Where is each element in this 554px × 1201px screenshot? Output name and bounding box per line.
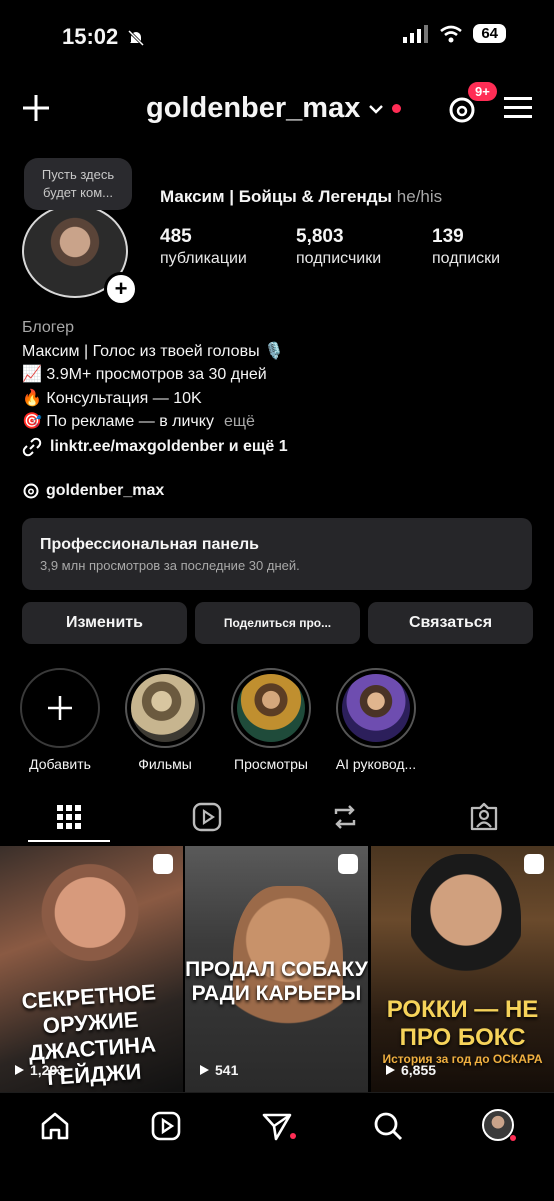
reels-icon xyxy=(192,802,222,832)
stat-value: 139 xyxy=(432,226,464,247)
profile-bio: Блогер Максим | Голос из твоей головы 🎙️… xyxy=(22,316,284,434)
highlight-add[interactable]: Добавить xyxy=(18,668,102,772)
post-tile[interactable]: РОККИ — НЕ ПРО БОКС История за год до ОС… xyxy=(371,846,554,1092)
add-story-plus-icon[interactable]: + xyxy=(104,272,138,306)
stat-label: подписчики xyxy=(296,250,382,267)
bio-line: 🔥 Консультация — 10K xyxy=(22,389,202,407)
bio-line-last: 🎯 По рекламе — в личку ещё xyxy=(22,410,284,434)
post-views: 6,855 xyxy=(383,1062,436,1078)
threads-icon xyxy=(23,483,39,499)
bell-slash-icon xyxy=(126,28,146,48)
username: goldenber_max xyxy=(146,92,361,124)
status-time: 15:02 xyxy=(62,24,119,49)
highlight-views[interactable]: Просмотры xyxy=(229,668,313,772)
home-icon[interactable] xyxy=(38,1109,72,1143)
stat-following[interactable]: 139 подписки xyxy=(432,226,500,268)
post-tile[interactable]: ПРОДАЛ СОБАКУ РАДИ КАРЬЕРЫ 541 xyxy=(185,846,368,1092)
stat-label: публикации xyxy=(160,250,247,267)
search-icon[interactable] xyxy=(371,1109,405,1143)
post-tile[interactable]: СЕКРЕТНОЕ ОРУЖИЕ ДЖАСТИНА ГЕЙДЖИ 1,293 xyxy=(0,846,183,1092)
link-text: linktr.ee/maxgoldenber и ещё 1 xyxy=(50,438,288,455)
chevron-down-icon xyxy=(369,104,384,114)
post-caption: ПРОДАЛ СОБАКУ РАДИ КАРЬЕРЫ xyxy=(185,958,368,1005)
bio-line: 📈 3.9M+ просмотров за 30 дней xyxy=(22,366,267,383)
wifi-icon xyxy=(440,25,463,42)
create-plus-icon[interactable] xyxy=(18,90,54,126)
play-count-icon xyxy=(15,1065,24,1075)
share-profile-button[interactable]: Поделиться про... xyxy=(195,602,360,644)
profile-full-name: Максим | Бойцы & Легенды he/his xyxy=(160,187,442,207)
highlight-label: Фильмы xyxy=(138,756,192,772)
post-image xyxy=(40,854,140,984)
grid-icon xyxy=(57,805,81,829)
highlight-ring xyxy=(336,668,416,748)
direct-unread-dot xyxy=(290,1133,296,1139)
tab-grid[interactable] xyxy=(52,800,86,834)
bottom-nav xyxy=(0,1092,554,1201)
stat-label: подписки xyxy=(432,250,501,267)
stat-value: 485 xyxy=(160,226,192,247)
view-count: 541 xyxy=(215,1062,239,1078)
play-count-icon xyxy=(200,1065,209,1075)
new-indicator-dot xyxy=(392,104,402,113)
profile-unread-dot xyxy=(510,1135,516,1141)
highlight-label: Просмотры xyxy=(234,756,308,772)
link-icon xyxy=(22,437,42,457)
pro-panel-subtitle: 3,9 млн просмотров за последние 30 дней. xyxy=(40,558,300,573)
post-views: 1,293 xyxy=(12,1062,65,1078)
bio-more-link[interactable]: ещё xyxy=(224,413,255,430)
reel-icon xyxy=(524,854,544,874)
status-indicators: 64 xyxy=(403,24,506,43)
highlight-cover xyxy=(237,674,305,742)
reel-icon xyxy=(153,854,173,874)
post-views: 541 xyxy=(197,1062,238,1078)
full-name-text: Максим | Бойцы & Легенды xyxy=(160,187,393,206)
highlight-ring xyxy=(125,668,205,748)
highlight-ring xyxy=(20,668,100,748)
pronouns: he/his xyxy=(396,187,443,206)
repost-icon xyxy=(334,805,356,829)
contact-button[interactable]: Связаться xyxy=(368,602,533,644)
reels-nav-icon[interactable] xyxy=(149,1109,183,1143)
highlight-label: AI руковод... xyxy=(335,756,417,772)
bio-line: 🎯 По рекламе — в личку xyxy=(22,413,214,430)
battery-indicator: 64 xyxy=(473,24,506,43)
threads-handle: goldenber_max xyxy=(46,482,165,499)
reel-icon xyxy=(338,854,358,874)
highlight-ai[interactable]: AI руковод... xyxy=(334,668,418,772)
tab-reels[interactable] xyxy=(190,800,224,834)
account-switcher[interactable]: goldenber_max xyxy=(146,92,402,125)
view-count: 1,293 xyxy=(30,1062,66,1078)
profile-link[interactable]: linktr.ee/maxgoldenber и ещё 1 xyxy=(22,437,288,457)
tab-tagged[interactable] xyxy=(467,800,501,834)
highlight-films[interactable]: Фильмы xyxy=(123,668,207,772)
tagged-person-icon xyxy=(470,802,498,831)
highlight-cover xyxy=(131,674,199,742)
play-count-icon xyxy=(386,1065,395,1075)
highlight-label: Добавить xyxy=(29,756,91,772)
stat-followers[interactable]: 5,803 подписчики xyxy=(296,226,381,268)
threads-badge[interactable]: goldenber_max xyxy=(22,482,164,500)
menu-icon[interactable] xyxy=(504,95,532,121)
highlight-ring xyxy=(231,668,311,748)
edit-profile-button[interactable]: Изменить xyxy=(22,602,187,644)
active-tab-indicator xyxy=(28,840,110,842)
view-count: 6,855 xyxy=(401,1062,437,1078)
category-label: Блогер xyxy=(22,319,75,336)
stat-value: 5,803 xyxy=(296,226,344,247)
tab-reposts[interactable] xyxy=(328,800,362,834)
bio-line: Максим | Голос из твоей головы 🎙️ xyxy=(22,342,284,360)
direct-send-icon[interactable] xyxy=(260,1109,294,1143)
stat-posts[interactable]: 485 публикации xyxy=(160,226,247,268)
signal-icon xyxy=(403,24,429,43)
plus-icon xyxy=(48,696,72,720)
pro-panel-title: Профессиональная панель xyxy=(40,536,259,553)
highlight-cover xyxy=(342,674,410,742)
post-image xyxy=(411,854,521,994)
professional-dashboard[interactable]: Профессиональная панель 3,9 млн просмотр… xyxy=(22,518,532,590)
post-caption: РОККИ — НЕ ПРО БОКС xyxy=(386,996,539,1051)
notification-badge: 9+ xyxy=(468,82,497,101)
profile-note-bubble[interactable]: Пусть здесь будет ком... xyxy=(24,158,132,210)
